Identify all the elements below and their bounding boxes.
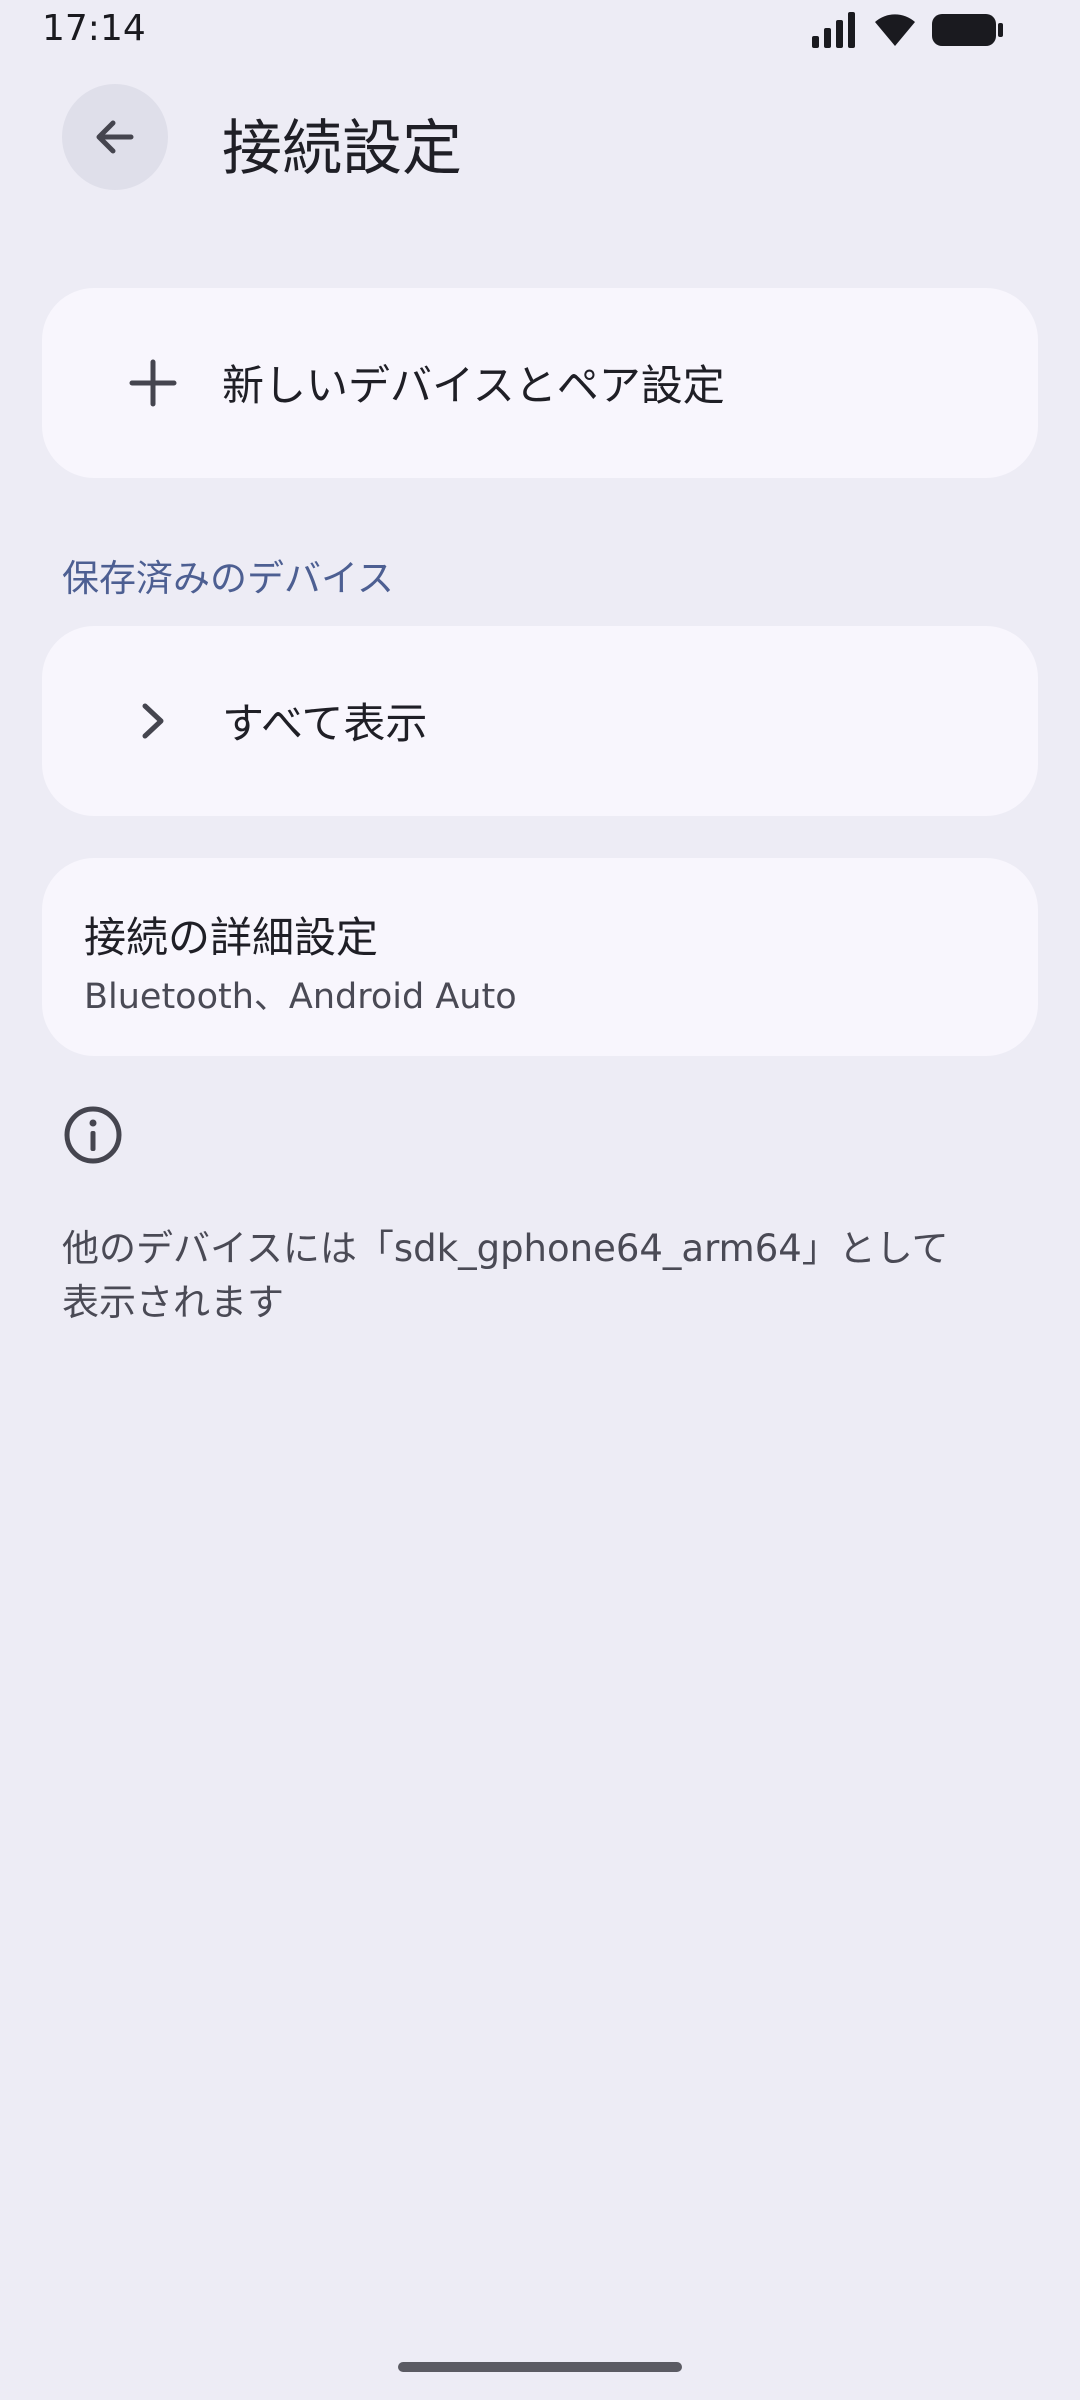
top-app-bar: 接続設定: [0, 62, 1080, 212]
battery-icon: [932, 14, 1003, 46]
device-name-info-line2: 表示されます: [62, 1281, 284, 1324]
device-name-info-line1: 他のデバイスには「sdk_gphone64_arm64」として: [62, 1227, 949, 1270]
wifi-icon: [875, 14, 915, 46]
device-name-info: 他のデバイスには「sdk_gphone64_arm64」として 表示されます: [62, 1222, 962, 1330]
arrow-back-icon: [96, 120, 134, 154]
connection-preferences-summary: Bluetooth、Android Auto: [84, 977, 517, 1017]
home-indicator[interactable]: [398, 2362, 682, 2372]
status-bar: 17:14: [0, 0, 1080, 62]
status-time: 17:14: [42, 8, 146, 49]
saved-devices-header: 保存済みのデバイス: [62, 557, 394, 600]
plus-icon: [108, 338, 198, 428]
page-title: 接続設定: [222, 114, 462, 184]
status-icons: [810, 12, 1004, 48]
pair-new-device-label: 新しいデバイスとペア設定: [222, 361, 725, 410]
info-icon: [64, 1106, 122, 1164]
signal-icon: [812, 12, 855, 48]
see-all-label: すべて表示: [222, 699, 428, 748]
connection-preferences-title: 接続の詳細設定: [84, 913, 379, 962]
chevron-right-icon: [108, 676, 198, 766]
see-all-button[interactable]: すべて表示: [42, 626, 1038, 816]
back-button[interactable]: [62, 84, 168, 190]
pair-new-device-button[interactable]: 新しいデバイスとペア設定: [42, 288, 1038, 478]
connection-preferences-item[interactable]: 接続の詳細設定 Bluetooth、Android Auto: [42, 858, 1038, 1056]
